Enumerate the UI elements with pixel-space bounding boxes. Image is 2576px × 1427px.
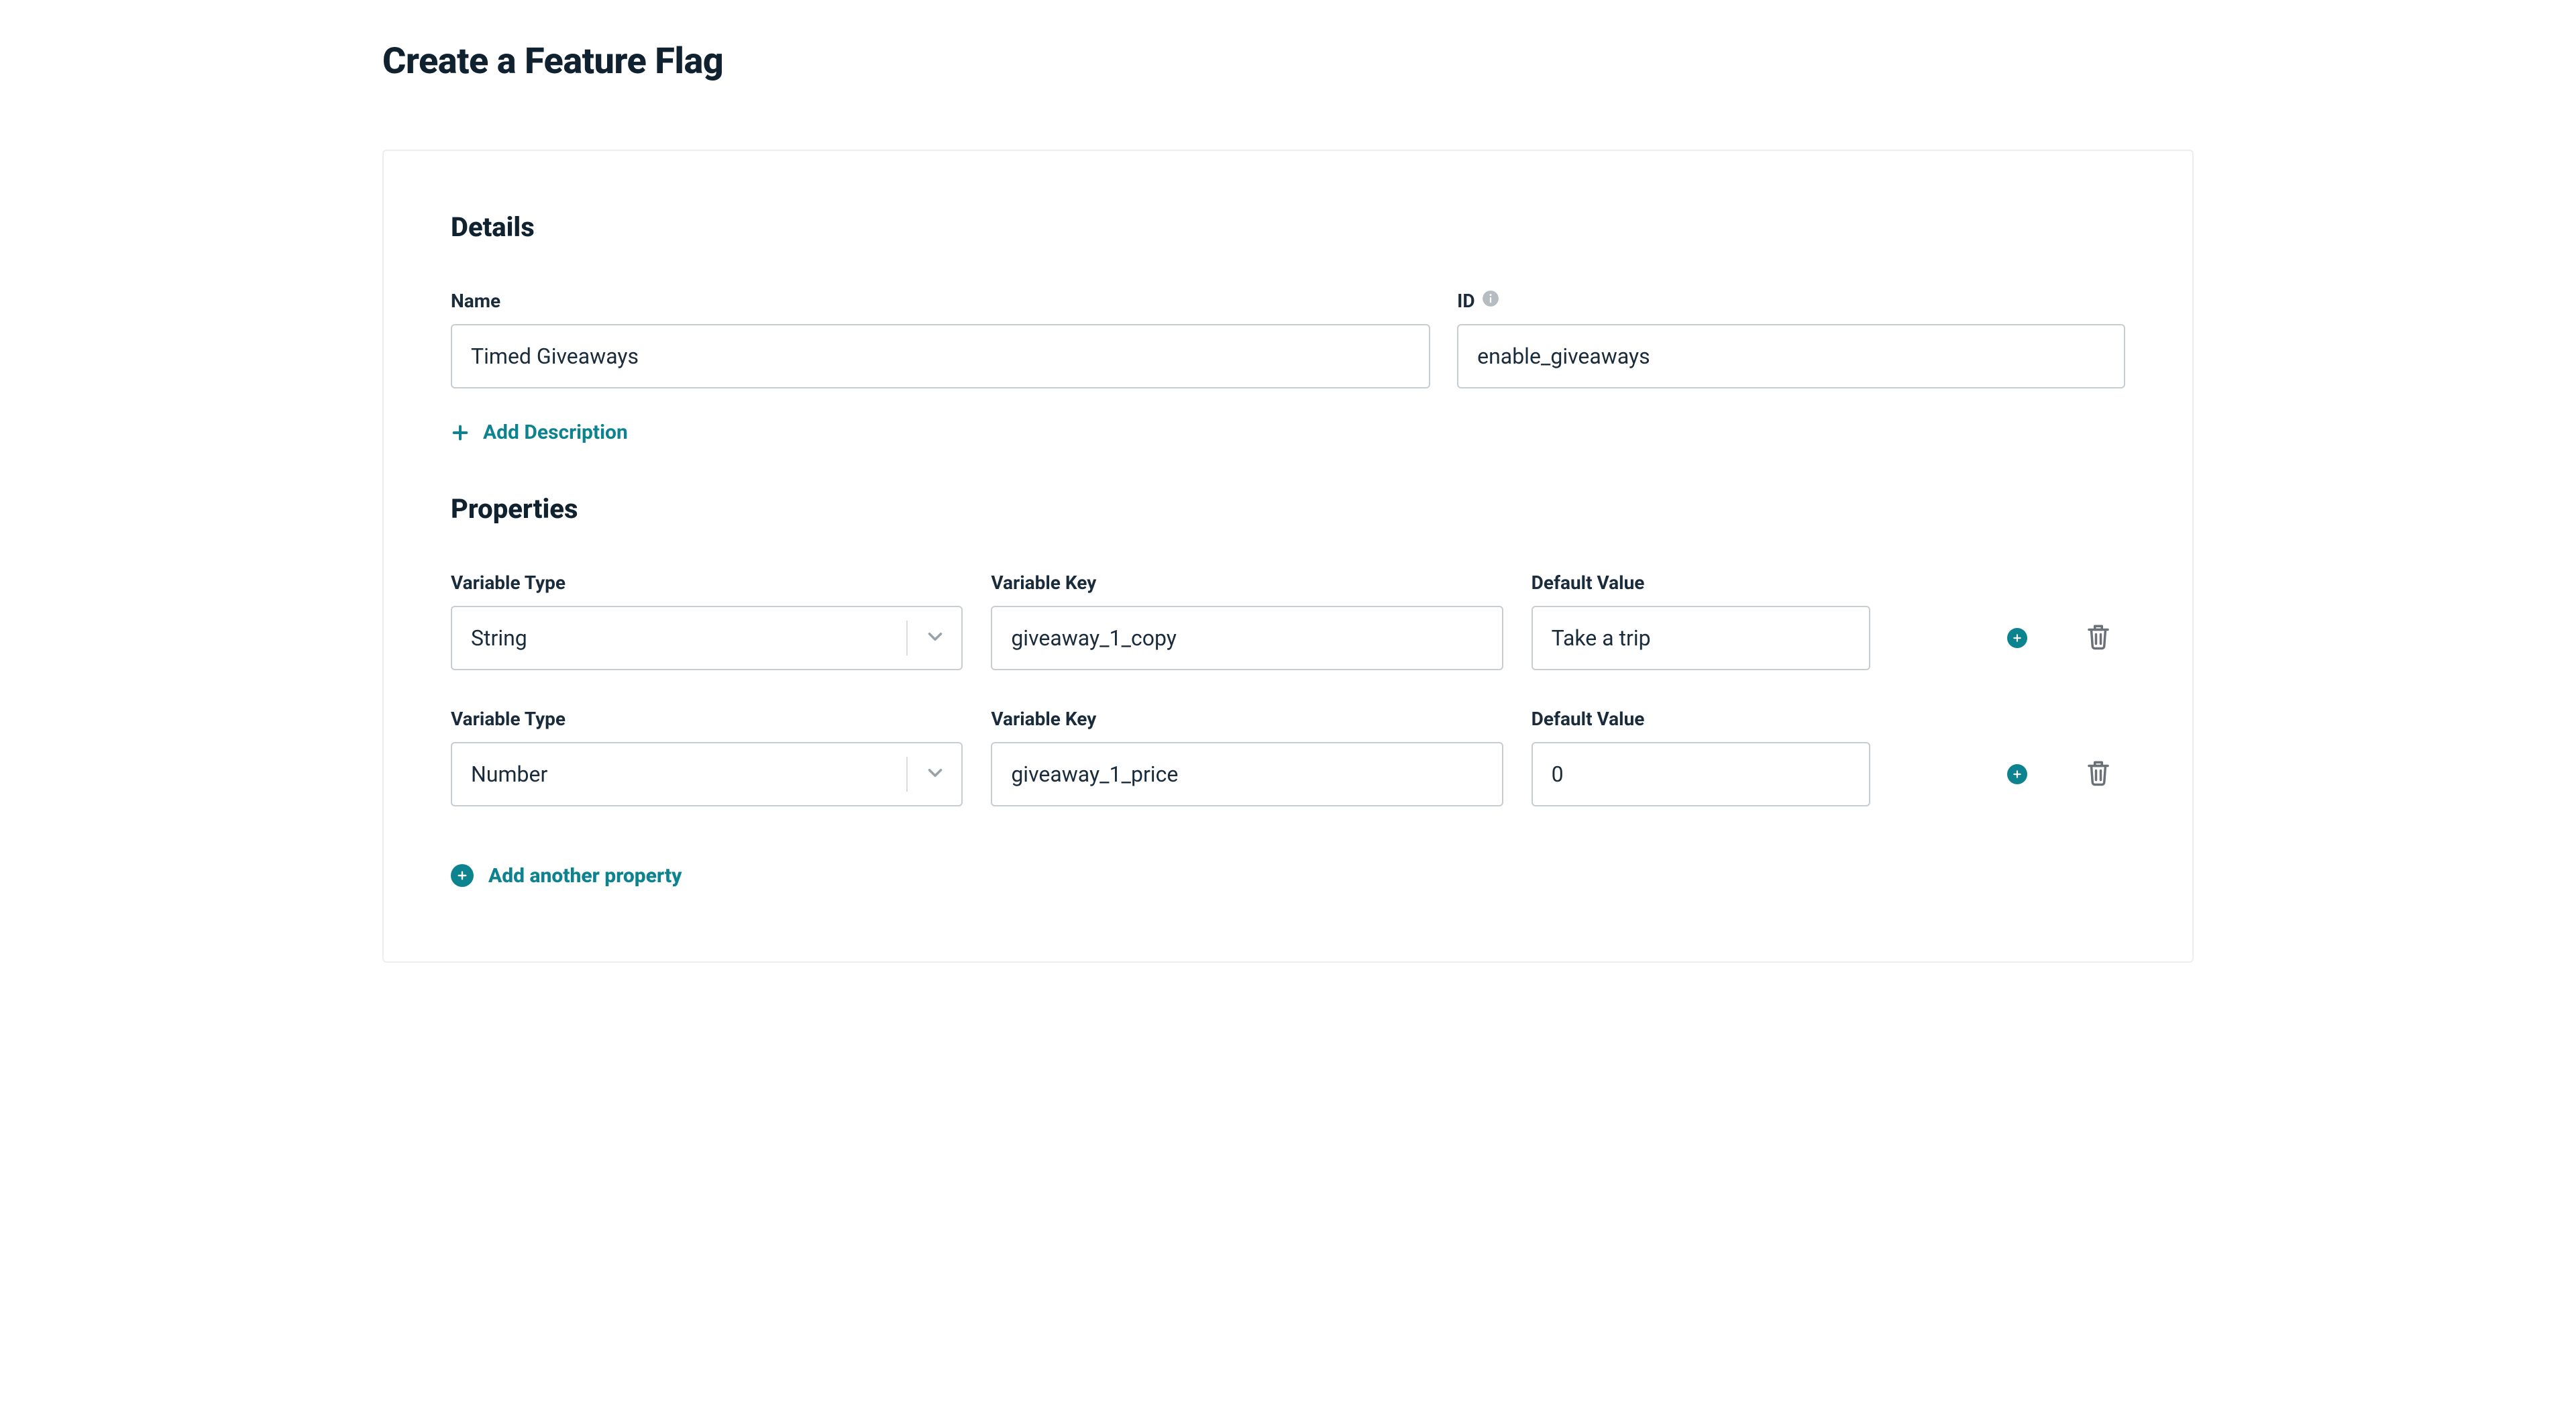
name-input[interactable]: [451, 324, 1430, 388]
id-input[interactable]: [1457, 324, 2125, 388]
name-label: Name: [451, 290, 1430, 312]
circle-plus-icon: [2007, 764, 2027, 784]
trash-icon: [2084, 759, 2112, 787]
page-title: Create a Feature Flag: [382, 40, 2194, 83]
property-row: Variable Type String Variable Key: [451, 572, 2125, 670]
variable-type-select[interactable]: Number: [451, 742, 963, 806]
plus-icon: [451, 423, 470, 442]
delete-property-button[interactable]: [2084, 759, 2112, 790]
details-heading: Details: [451, 211, 2125, 243]
variable-key-label: Variable Key: [991, 708, 1503, 730]
default-value-label: Default Value: [1532, 708, 2043, 730]
delete-property-button[interactable]: [2084, 623, 2112, 653]
default-value-input[interactable]: [1532, 606, 1870, 670]
variable-type-select[interactable]: String: [451, 606, 963, 670]
variable-key-input[interactable]: [991, 606, 1503, 670]
select-divider: [906, 621, 908, 655]
variable-type-value: String: [471, 625, 527, 651]
variable-type-label: Variable Type: [451, 572, 963, 594]
add-description-label: Add Description: [483, 421, 628, 444]
form-card: Details Name ID Add Description: [382, 150, 2194, 963]
add-description-button[interactable]: Add Description: [451, 421, 628, 444]
add-value-button[interactable]: [2007, 764, 2027, 784]
trash-icon: [2084, 623, 2112, 651]
add-property-label: Add another property: [488, 864, 682, 888]
add-value-button[interactable]: [2007, 628, 2027, 648]
select-divider: [906, 757, 908, 792]
circle-plus-icon: [2007, 628, 2027, 648]
circle-plus-icon: [451, 864, 474, 887]
info-icon[interactable]: [1482, 290, 1499, 312]
variable-key-input[interactable]: [991, 742, 1503, 806]
default-value-label: Default Value: [1532, 572, 2043, 594]
variable-type-value: Number: [471, 761, 547, 787]
id-label: ID: [1457, 290, 1474, 312]
variable-type-label: Variable Type: [451, 708, 963, 730]
default-value-input[interactable]: [1532, 742, 1870, 806]
add-property-button[interactable]: Add another property: [451, 864, 682, 888]
property-row: Variable Type Number Variable Key: [451, 708, 2125, 806]
properties-heading: Properties: [451, 493, 2125, 525]
variable-key-label: Variable Key: [991, 572, 1503, 594]
